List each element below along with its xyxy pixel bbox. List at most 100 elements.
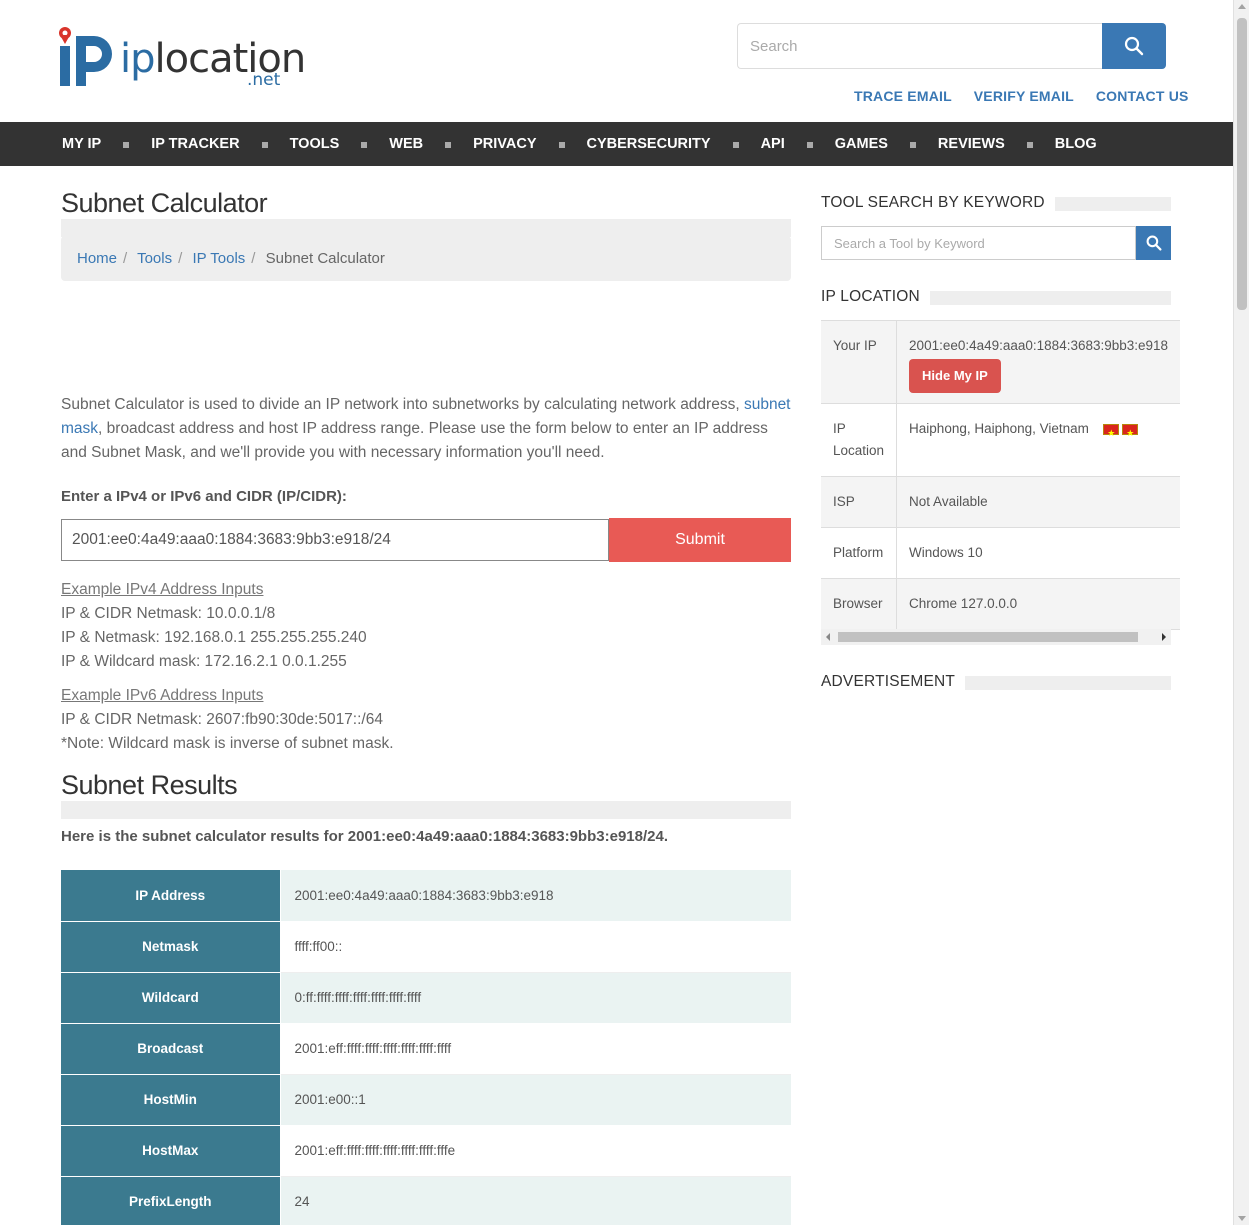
advertisement-title: ADVERTISEMENT: [821, 673, 966, 691]
page-title: Subnet Calculator: [61, 188, 278, 219]
top-links: TRACE EMAIL VERIFY EMAIL CONTACT US: [854, 88, 1207, 104]
result-value: 2001:eff:ffff:ffff:ffff:ffff:ffff:ffff: [280, 1023, 791, 1075]
tool-search: [821, 226, 1171, 260]
intro-text: Subnet Calculator is used to divide an I…: [61, 396, 791, 461]
scroll-left-icon[interactable]: [826, 633, 830, 641]
your-ip-label: Your IP: [821, 320, 898, 404]
nav-separator: [909, 142, 916, 148]
nav-item-blog[interactable]: BLOG: [1055, 136, 1097, 152]
ipv4-examples-title[interactable]: Example IPv4 Address Inputs: [61, 578, 367, 602]
browser-label: Browser: [821, 578, 898, 630]
verify-email-link[interactable]: VERIFY EMAIL: [974, 88, 1074, 104]
nav-separator: [558, 142, 565, 148]
wildcard-note: *Note: Wildcard mask is inverse of subne…: [61, 735, 394, 752]
vietnam-flag-icon: [1122, 422, 1139, 444]
results-table: IP Address 2001:ee0:4a49:aaa0:1884:3683:9…: [61, 870, 791, 1225]
nav-item-api[interactable]: API: [761, 136, 835, 152]
main-nav: MY IP IP TRACKER TOOLS WEB PRIVACY CYBER…: [0, 122, 1233, 166]
search-icon: [1124, 36, 1144, 56]
result-value: 0:ff:ffff:ffff:ffff:ffff:ffff:ffff: [280, 972, 791, 1024]
nav-separator: [123, 142, 130, 148]
form-label: Enter a IPv4 or IPv6 and CIDR (IP/CIDR):: [61, 488, 347, 505]
vietnam-flag-icon: [1103, 422, 1120, 444]
site-search-input[interactable]: [737, 23, 1103, 69]
nav-item-web[interactable]: WEB: [389, 136, 473, 152]
result-value: 24: [280, 1176, 791, 1225]
results-intro: Here is the subnet calculator results fo…: [61, 828, 668, 845]
contact-us-link[interactable]: CONTACT US: [1096, 88, 1189, 104]
breadcrumb-ip-tools[interactable]: IP Tools: [192, 250, 245, 267]
ip-location-value: Haiphong, Haiphong, Vietnam: [909, 421, 1089, 436]
table-row: Netmask ffff:ff00::: [61, 921, 791, 973]
result-value: ffff:ff00::: [280, 921, 791, 973]
platform-label: Platform: [821, 527, 898, 579]
scrollbar-thumb[interactable]: [838, 632, 1138, 642]
result-value: 2001:ee0:4a49:aaa0:1884:3683:9bb3:e918: [280, 870, 791, 922]
subnet-form: Submit: [61, 518, 791, 562]
advertisement-title-block: ADVERTISEMENT: [821, 673, 1171, 703]
tool-search-title: TOOL SEARCH BY KEYWORD: [821, 194, 1055, 212]
ip-location-title-block: IP LOCATION: [821, 288, 1171, 318]
nav-item-tools[interactable]: TOOLS: [290, 136, 390, 152]
ip-location-label: IP: [833, 421, 846, 436]
breadcrumb-tools[interactable]: Tools: [137, 250, 172, 267]
tool-search-title-block: TOOL SEARCH BY KEYWORD: [821, 194, 1171, 224]
scroll-up-icon[interactable]: [1238, 4, 1246, 9]
site-search-button[interactable]: [1102, 23, 1166, 69]
site-search: [737, 23, 1166, 69]
table-row: Browser Chrome 127.0.0.0: [821, 578, 1181, 630]
ipv6-examples-title[interactable]: Example IPv6 Address Inputs: [61, 684, 394, 708]
site-logo[interactable]: iplocation .net: [58, 26, 306, 92]
ip-location-table: Your IP 2001:ee0:4a49:aaa0:1884:3683:9bb…: [821, 320, 1181, 630]
result-key: HostMax: [61, 1125, 281, 1177]
page-title-block: Subnet Calculator: [61, 188, 791, 237]
table-row: PrefixLength 24: [61, 1176, 791, 1225]
nav-item-games[interactable]: GAMES: [835, 136, 938, 152]
title-underline-bar: [61, 801, 791, 819]
logo-pin-icon: [59, 27, 112, 86]
isp-value: Not Available: [896, 476, 1181, 528]
table-row: Your IP 2001:ee0:4a49:aaa0:1884:3683:9bb…: [821, 320, 1181, 404]
page-scrollbar-thumb[interactable]: [1237, 18, 1247, 310]
table-row: Platform Windows 10: [821, 527, 1181, 579]
ipv4-examples: Example IPv4 Address Inputs IP & CIDR Ne…: [61, 578, 367, 674]
breadcrumb-current: Subnet Calculator: [265, 250, 385, 267]
scroll-down-icon[interactable]: [1238, 1216, 1246, 1221]
breadcrumb-home[interactable]: Home: [77, 250, 117, 267]
nav-item-my-ip[interactable]: MY IP: [62, 136, 151, 152]
ip-cidr-input[interactable]: [61, 519, 609, 561]
tool-search-button[interactable]: [1136, 226, 1171, 260]
nav-item-cybersecurity[interactable]: CYBERSECURITY: [587, 136, 761, 152]
isp-label: ISP: [821, 476, 898, 528]
result-value: 2001:eff:ffff:ffff:ffff:ffff:ffff:fffe: [280, 1125, 791, 1177]
trace-email-link[interactable]: TRACE EMAIL: [854, 88, 952, 104]
nav-item-ip-tracker[interactable]: IP TRACKER: [151, 136, 289, 152]
title-underline-bar: [61, 219, 791, 237]
nav-item-privacy[interactable]: PRIVACY: [473, 136, 586, 152]
search-icon: [1146, 235, 1162, 251]
page-scrollbar[interactable]: [1233, 0, 1249, 1225]
result-value: 2001:e00::1: [280, 1074, 791, 1126]
tool-search-input[interactable]: [821, 226, 1136, 260]
table-row: Broadcast 2001:eff:ffff:ffff:ffff:ffff:ff…: [61, 1023, 791, 1075]
nav-separator: [261, 142, 268, 148]
nav-separator: [732, 142, 739, 148]
hide-my-ip-button[interactable]: Hide My IP: [909, 359, 1001, 393]
your-ip-value: 2001:ee0:4a49:aaa0:1884:3683:9bb3:e918: [909, 338, 1169, 353]
ipv4-example-line: IP & Wildcard mask: 172.16.2.1 0.0.1.255: [61, 653, 347, 670]
table-row: HostMax 2001:eff:ffff:ffff:ffff:ffff:ffff…: [61, 1125, 791, 1177]
platform-value: Windows 10: [896, 527, 1181, 579]
nav-item-reviews[interactable]: REVIEWS: [938, 136, 1055, 152]
scroll-right-icon[interactable]: [1162, 633, 1166, 641]
result-key: Netmask: [61, 921, 281, 973]
submit-button[interactable]: Submit: [609, 518, 791, 562]
ipv6-example-line: IP & CIDR Netmask: 2607:fb90:30de:5017::…: [61, 711, 383, 728]
result-key: IP Address: [61, 870, 281, 922]
main-content: Subnet Calculator Home / Tools / IP Tools /…: [61, 166, 791, 1225]
result-key: PrefixLength: [61, 1176, 281, 1225]
ip-table-horizontal-scrollbar[interactable]: [821, 629, 1171, 645]
table-row: IP Location Haiphong, Haiphong, Vietnam: [821, 403, 1181, 477]
breadcrumb: Home / Tools / IP Tools / Subnet Calculator: [61, 236, 791, 281]
ipv6-examples: Example IPv6 Address Inputs IP & CIDR Ne…: [61, 684, 394, 756]
result-key: HostMin: [61, 1074, 281, 1126]
